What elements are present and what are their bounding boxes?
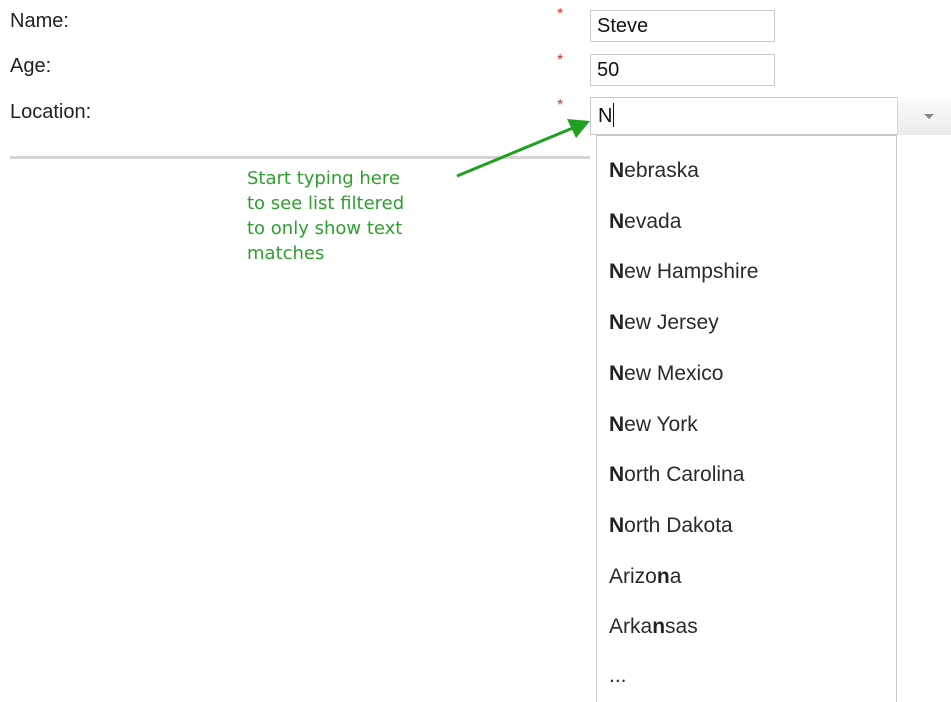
arrow-shaft <box>456 123 581 178</box>
form-screen: Name: Age: Location: * * * Steve 50 N Ne… <box>0 0 951 702</box>
annotation-arrow-icon <box>456 119 590 178</box>
